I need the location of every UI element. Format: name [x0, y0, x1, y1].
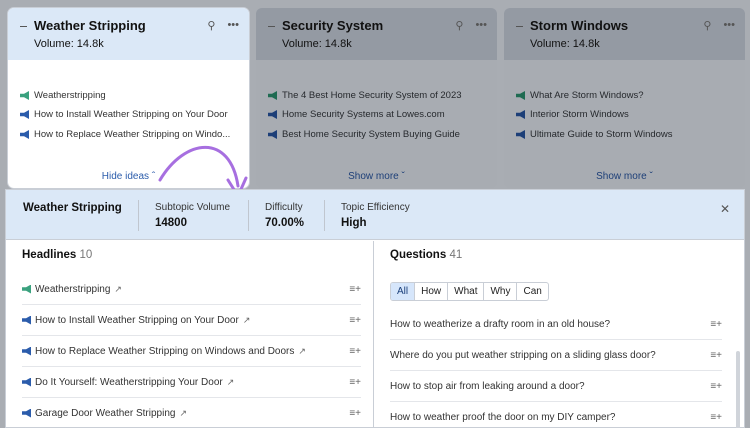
add-to-list-icon[interactable]: ≡+ [710, 381, 722, 392]
megaphone-icon [516, 110, 525, 119]
show-more-link[interactable]: Show more ˇ [256, 171, 497, 182]
card-volume: Volume: 14.8k [34, 38, 104, 50]
close-icon[interactable]: ✕ [720, 202, 730, 216]
filter-how[interactable]: How [415, 283, 449, 300]
filter-all[interactable]: All [391, 283, 416, 300]
idea-item[interactable]: Interior Storm Windows [516, 109, 629, 120]
add-to-list-icon[interactable]: ≡+ [349, 284, 361, 295]
card-volume: Volume: 14.8k [282, 38, 352, 50]
add-to-list-icon[interactable]: ≡+ [349, 408, 361, 419]
headline-row[interactable]: How to Install Weather Stripping on Your… [22, 305, 361, 336]
card-header: Storm Windows Volume: 14.8k ⚲ ••• [504, 8, 745, 60]
external-link-icon[interactable]: ↗ [179, 408, 187, 418]
chevron-down-icon: ˇ [401, 171, 405, 182]
card-title: Security System [268, 18, 383, 33]
card-header: Security System Volume: 14.8k ⚲ ••• [256, 8, 497, 60]
topic-card-storm-windows[interactable]: Storm Windows Volume: 14.8k ⚲ ••• What Ar… [504, 8, 745, 188]
panel-header: Weather Stripping Subtopic Volume 14800 D… [6, 190, 744, 240]
add-to-list-icon[interactable]: ≡+ [710, 350, 722, 361]
idea-item[interactable]: What Are Storm Windows? [516, 90, 644, 101]
external-link-icon[interactable]: ↗ [298, 346, 306, 356]
idea-item[interactable]: Ultimate Guide to Storm Windows [516, 129, 673, 140]
question-row[interactable]: How to weatherize a drafty room in an ol… [390, 309, 722, 340]
megaphone-icon [22, 284, 31, 294]
megaphone-icon [20, 110, 29, 119]
megaphone-icon [20, 91, 29, 100]
panel-topic-title: Weather Stripping [23, 202, 122, 214]
megaphone-icon [22, 346, 31, 356]
card-title: Storm Windows [516, 18, 628, 33]
search-icon[interactable]: ⚲ [455, 19, 463, 32]
card-volume: Volume: 14.8k [530, 38, 600, 50]
show-more-link[interactable]: Show more ˇ [504, 171, 745, 182]
megaphone-icon [20, 130, 29, 139]
megaphone-icon [22, 408, 31, 418]
card-title: Weather Stripping [20, 18, 146, 33]
idea-item[interactable]: The 4 Best Home Security System of 2023 [268, 90, 462, 101]
headline-row[interactable]: How to Replace Weather Stripping on Wind… [22, 336, 361, 367]
add-to-list-icon[interactable]: ≡+ [349, 377, 361, 388]
question-row[interactable]: Where do you put weather stripping on a … [390, 340, 722, 371]
idea-item[interactable]: Best Home Security System Buying Guide [268, 129, 460, 140]
topic-card-security-system[interactable]: Security System Volume: 14.8k ⚲ ••• The 4… [256, 8, 497, 188]
external-link-icon[interactable]: ↗ [243, 315, 251, 325]
megaphone-icon [22, 315, 31, 325]
card-header: Weather Stripping Volume: 14.8k ⚲ ••• [8, 8, 249, 60]
filter-what[interactable]: What [448, 283, 485, 300]
questions-column: Questions 41 All How What Why Can How to… [374, 241, 744, 428]
megaphone-icon [516, 91, 525, 100]
headlines-column: Headlines 10 Weatherstripping ↗ ≡+ How to … [6, 241, 374, 427]
idea-item[interactable]: How to Install Weather Stripping on Your… [20, 109, 228, 120]
add-to-list-icon[interactable]: ≡+ [349, 346, 361, 357]
megaphone-icon [268, 91, 277, 100]
stat-subtopic-volume: Subtopic Volume 14800 [155, 202, 231, 229]
question-row[interactable]: How to weather proof the door on my DIY … [390, 402, 722, 428]
add-to-list-icon[interactable]: ≡+ [710, 319, 722, 330]
headline-row[interactable]: Garage Door Weather Stripping ↗ ≡+ [22, 398, 361, 428]
topic-detail-panel: Weather Stripping Subtopic Volume 14800 D… [5, 189, 745, 428]
filter-can[interactable]: Can [517, 283, 547, 300]
add-to-list-icon[interactable]: ≡+ [710, 412, 722, 423]
headlines-title: Headlines 10 [22, 249, 93, 261]
megaphone-icon [22, 377, 31, 387]
scrollbar[interactable] [736, 351, 740, 428]
more-icon[interactable]: ••• [475, 19, 487, 32]
more-icon[interactable]: ••• [227, 19, 239, 32]
chevron-down-icon: ˇ [649, 171, 653, 182]
idea-item[interactable]: Weatherstripping [20, 90, 106, 101]
headline-row[interactable]: Do It Yourself: Weatherstripping Your Do… [22, 367, 361, 398]
megaphone-icon [516, 130, 525, 139]
question-filter-group: All How What Why Can [390, 282, 549, 301]
add-to-list-icon[interactable]: ≡+ [349, 315, 361, 326]
search-icon[interactable]: ⚲ [207, 19, 215, 32]
headline-row[interactable]: Weatherstripping ↗ ≡+ [22, 274, 361, 305]
more-icon[interactable]: ••• [723, 19, 735, 32]
megaphone-icon [268, 110, 277, 119]
question-row[interactable]: How to stop air from leaking around a do… [390, 371, 722, 402]
idea-item[interactable]: Home Security Systems at Lowes.com [268, 109, 445, 120]
external-link-icon[interactable]: ↗ [114, 284, 122, 294]
external-link-icon[interactable]: ↗ [227, 377, 235, 387]
stat-topic-efficiency: Topic Efficiency High [341, 202, 410, 229]
search-icon[interactable]: ⚲ [703, 19, 711, 32]
stat-difficulty: Difficulty 70.00% [265, 202, 305, 229]
filter-why[interactable]: Why [484, 283, 518, 300]
questions-title: Questions 41 [390, 249, 463, 261]
